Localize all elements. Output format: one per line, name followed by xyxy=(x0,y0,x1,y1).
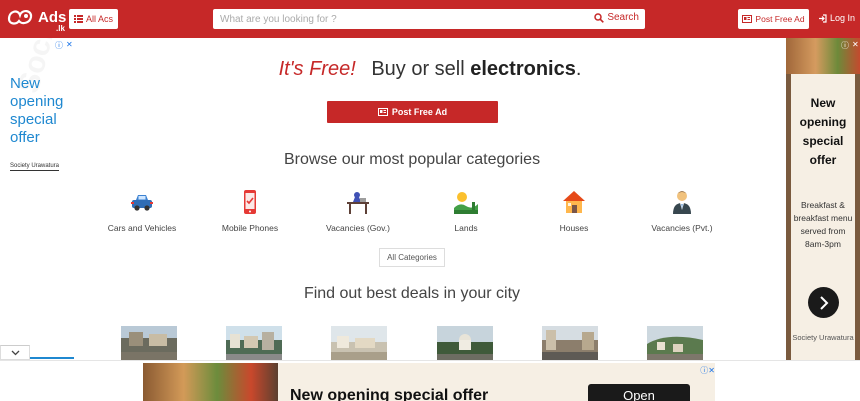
city-photo-2 xyxy=(226,326,282,360)
businessman-icon xyxy=(673,191,691,214)
chevron-right-icon xyxy=(819,295,828,310)
category-label: Vacancies (Pvt.) xyxy=(651,223,713,233)
car-icon xyxy=(131,195,153,211)
category-label: Cars and Vehicles xyxy=(107,223,177,233)
bottom-ad-banner[interactable]: New opening special offer Open ⓘ✕ xyxy=(143,363,715,401)
right-ad-headline: New opening special offer xyxy=(799,96,847,167)
login-link[interactable]: Log In xyxy=(818,13,855,23)
all-ads-button[interactable]: All Acs xyxy=(69,9,118,29)
logo-mark-icon xyxy=(7,10,33,25)
close-ad-icon[interactable]: ✕ xyxy=(852,40,859,49)
left-ad-headline: New opening special offer xyxy=(10,75,64,146)
category-label: Lands xyxy=(454,223,478,233)
category-vacancies-gov[interactable]: Vacancies (Gov.) xyxy=(308,188,408,233)
category-cars-and-vehicles[interactable]: Cars and Vehicles xyxy=(92,188,192,233)
bottom-ad-headline: New opening special offer xyxy=(290,387,489,401)
hero-period: . xyxy=(575,58,582,80)
hero-headline: It's Free! Buy or sell electronics. xyxy=(74,58,786,81)
category-vacancies-pvt[interactable]: Vacancies (Pvt.) xyxy=(632,188,732,233)
right-ad-panel: New opening special offer Breakfast & br… xyxy=(791,74,855,360)
city-thumbnail[interactable] xyxy=(437,326,493,360)
categories-heading: Browse our most popular categories xyxy=(283,151,541,168)
chevron-down-icon xyxy=(11,350,19,355)
category-label: Mobile Phones xyxy=(221,223,279,233)
login-label: Log In xyxy=(830,13,856,23)
list-icon xyxy=(73,15,83,23)
city-thumbnail[interactable] xyxy=(647,326,703,360)
office-desk-icon xyxy=(347,192,369,214)
ad-divider xyxy=(30,357,74,359)
right-ad-description: Breakfast & breakfast menu served from 8… xyxy=(793,200,853,249)
city-photo-5 xyxy=(542,326,598,360)
left-side-ad[interactable]: Society ⓘ ✕ New opening special offer So… xyxy=(0,38,74,358)
right-side-ad[interactable]: ⓘ ✕ New opening special offer Breakfast … xyxy=(786,38,860,360)
bottom-banner-ad[interactable]: New opening special offer Open ⓘ✕ xyxy=(0,360,860,401)
category-houses[interactable]: Houses xyxy=(524,188,624,233)
hero-buy-sell-text: Buy or sell xyxy=(371,58,465,80)
city-photo-1 xyxy=(121,326,177,360)
ad-choices-icon[interactable]: ⓘ xyxy=(55,40,63,51)
city-photo-6 xyxy=(647,326,703,360)
bottom-ad-open-button[interactable]: Open xyxy=(588,384,690,401)
category-label: Vacancies (Gov.) xyxy=(326,223,390,233)
search-button[interactable]: Search xyxy=(594,12,639,23)
right-ad-brand: Society Urawatura xyxy=(792,333,854,342)
ad-card-icon xyxy=(742,15,753,23)
category-mobile-phones[interactable]: Mobile Phones xyxy=(200,188,300,233)
all-ads-label: All Acs xyxy=(85,14,113,24)
hero-keyword: electronics xyxy=(470,58,576,80)
mobile-phone-icon xyxy=(244,190,256,214)
category-label: Houses xyxy=(559,223,589,233)
all-categories-button[interactable]: All Categories xyxy=(379,248,445,267)
city-thumbnail[interactable] xyxy=(542,326,598,360)
right-ad-next-button[interactable] xyxy=(808,287,839,318)
land-icon xyxy=(454,192,478,214)
search-bar: Search xyxy=(213,9,645,29)
city-thumbnail[interactable] xyxy=(226,326,282,360)
ad-card-icon xyxy=(377,108,388,116)
category-lands[interactable]: Lands xyxy=(416,188,516,233)
ad-choices-icon[interactable]: ⓘ✕ xyxy=(700,365,715,376)
site-logo[interactable]: Ads .lk xyxy=(6,3,66,33)
close-ad-icon[interactable]: ✕ xyxy=(66,40,73,49)
post-free-ad-label: Post Free Ad xyxy=(391,107,448,117)
bottom-ad-food-image xyxy=(143,363,278,401)
search-label: Search xyxy=(607,12,639,23)
city-thumbnail[interactable] xyxy=(331,326,387,360)
city-photo-3 xyxy=(331,326,387,360)
login-icon xyxy=(819,13,827,23)
hero-free-text: It's Free! xyxy=(278,58,356,80)
city-thumbnail[interactable] xyxy=(121,326,177,360)
search-input[interactable] xyxy=(213,9,583,29)
post-free-ad-button[interactable]: Post Free Ad xyxy=(327,101,498,123)
collapse-ad-button[interactable] xyxy=(0,345,30,360)
city-photo-4 xyxy=(437,326,493,360)
city-deals-heading: Find out best deals in your city xyxy=(303,285,521,302)
post-free-ad-top-label: Post Free Ad xyxy=(755,14,805,24)
left-ad-brand: Society Urawatura xyxy=(10,163,60,171)
top-navigation-bar: Ads .lk All Acs Search Post Free Ad xyxy=(0,0,860,38)
house-icon xyxy=(563,191,585,213)
logo-suffix: .lk xyxy=(56,24,65,33)
post-free-ad-top-button[interactable]: Post Free Ad xyxy=(738,9,809,29)
ad-choices-icon[interactable]: ⓘ xyxy=(841,40,849,51)
search-icon xyxy=(594,12,605,23)
